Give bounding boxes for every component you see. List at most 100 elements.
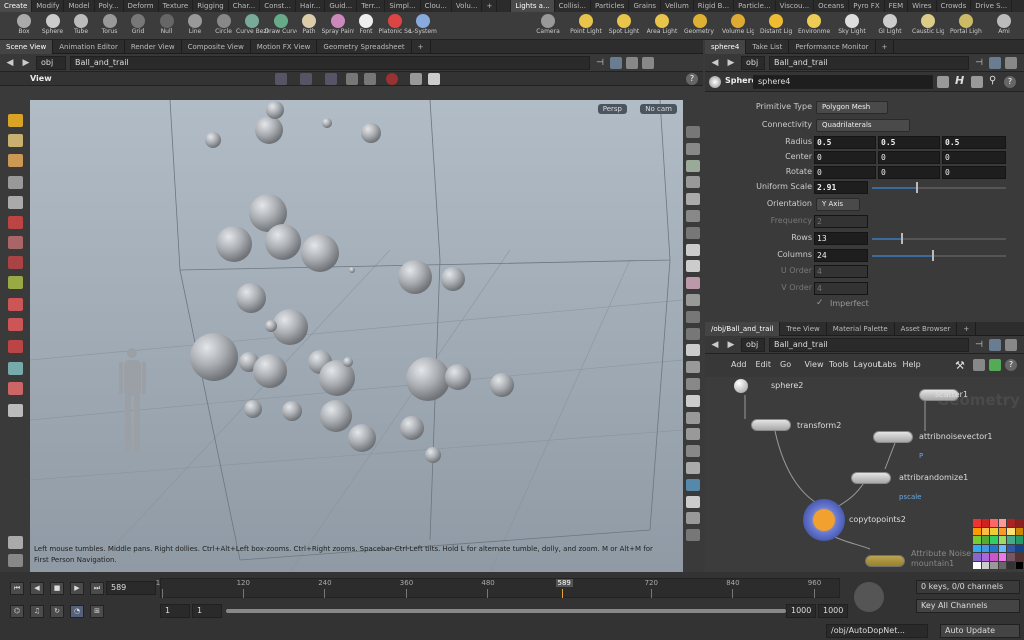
shelf-tab[interactable]: Deform [124, 0, 159, 12]
palette-swatch[interactable] [990, 561, 998, 569]
handle-tool-icon[interactable] [8, 216, 23, 229]
slider-knob[interactable] [901, 233, 904, 244]
forward-arrow-icon[interactable]: ▶ [20, 57, 32, 69]
comment-icon[interactable] [971, 76, 983, 88]
radius-x[interactable]: 0.5 [814, 136, 876, 149]
palette-swatch[interactable] [998, 561, 1006, 569]
loop-icon[interactable]: ↻ [50, 605, 64, 618]
viewport-display-tool-icon[interactable] [686, 226, 700, 239]
path-node[interactable]: Ball_and_trail [70, 55, 590, 70]
viewport-display-tool-icon[interactable] [686, 210, 700, 222]
pane-tab[interactable]: Scene View [0, 40, 54, 54]
pane-tab[interactable]: + [957, 322, 977, 336]
settings-gear-icon[interactable] [428, 73, 440, 85]
palette-swatch[interactable] [973, 536, 981, 544]
radius-y[interactable]: 0.5 [878, 136, 940, 149]
sphere-instance[interactable] [343, 357, 353, 367]
viewport-display-tool-icon[interactable] [686, 344, 700, 357]
shelf-tab[interactable]: Grains [629, 0, 662, 12]
shelf-tab[interactable]: Simpl... [385, 0, 421, 12]
viewport-display-tool-icon[interactable] [686, 310, 700, 323]
sphere-instance[interactable] [320, 400, 352, 432]
sphere2-node[interactable] [734, 379, 748, 393]
viewport-display-tool-icon[interactable] [686, 193, 700, 206]
shelf-tab[interactable]: Const... [260, 0, 296, 12]
maximize-icon[interactable] [642, 56, 654, 69]
palette-swatch[interactable] [1007, 527, 1015, 535]
viewport-display-tool-icon[interactable] [686, 159, 700, 172]
snap-grid-icon[interactable] [300, 73, 312, 85]
palette-swatch[interactable] [973, 527, 981, 535]
network-menu-add[interactable]: Add [731, 360, 747, 369]
primitive-type-menu[interactable]: Polygon Mesh [816, 101, 888, 114]
viewport-display-tool-icon[interactable] [686, 176, 700, 189]
sphere-instance[interactable] [266, 101, 284, 119]
light-tool[interactable]: Portal Light [950, 12, 982, 40]
light-tool[interactable]: Sky Light [836, 12, 868, 40]
connectivity-menu[interactable]: Quadrilaterals [816, 119, 910, 132]
key-all-channels-button[interactable]: Key All Channels [916, 599, 1020, 613]
timeline-scrubber[interactable]: 1 120 240 360 480 589 720 840 960 [156, 578, 840, 598]
sphere-instance[interactable] [236, 283, 266, 313]
display-icon[interactable] [364, 73, 376, 85]
slider-knob[interactable] [916, 182, 919, 193]
arrow-tool-icon[interactable] [8, 176, 23, 189]
viewport-display-tool-icon[interactable] [686, 142, 700, 155]
network-menu-go[interactable]: Go [780, 360, 791, 369]
palette-swatch[interactable] [981, 527, 989, 535]
magnet-icon[interactable] [8, 298, 23, 311]
palette-swatch[interactable] [981, 544, 989, 552]
light-tool[interactable]: Camera [532, 12, 564, 40]
viewport-display-tool-icon[interactable] [686, 445, 700, 458]
palette-swatch[interactable] [973, 553, 981, 561]
shelf-tab[interactable]: Hair... [296, 0, 326, 12]
light-tool[interactable]: GI Light [874, 12, 906, 40]
search-icon[interactable]: ⚲ [989, 75, 996, 86]
rotate-tool-icon[interactable] [8, 236, 23, 249]
pose-tool-icon[interactable] [8, 276, 23, 289]
shelf-tool[interactable]: Box [8, 12, 40, 40]
magnet-icon-3[interactable] [8, 340, 23, 353]
shelf-tab[interactable]: Poly... [95, 0, 124, 12]
paint-tool-icon[interactable] [8, 536, 23, 549]
palette-swatch[interactable] [973, 519, 981, 527]
pin-icon[interactable]: ⊣ [973, 339, 985, 351]
shelf-tool[interactable]: Sphere [37, 12, 69, 40]
shelf-tool[interactable]: Draw Curve [265, 12, 297, 40]
shelf-tab[interactable]: Model [64, 0, 95, 12]
palette-swatch[interactable] [1015, 561, 1023, 569]
viewport-display-tool-icon[interactable] [686, 478, 700, 491]
path-root[interactable]: obj [36, 55, 66, 70]
sphere-instance[interactable] [216, 226, 252, 262]
palette-swatch[interactable] [990, 536, 998, 544]
snap-tool-icon[interactable] [8, 362, 23, 375]
light-tool[interactable]: Distant Light [760, 12, 792, 40]
viewport-display-tool-icon[interactable] [686, 512, 700, 525]
sphere-instance[interactable] [361, 123, 381, 143]
imperfect-check-icon[interactable]: ✓ [816, 298, 824, 308]
forward-arrow-icon[interactable]: ▶ [725, 339, 737, 351]
shelf-tool[interactable]: L-System [407, 12, 439, 40]
sphere-instance[interactable] [190, 333, 238, 381]
layout-icon[interactable] [1005, 56, 1017, 69]
layout-icon[interactable] [626, 56, 638, 69]
snap-icon[interactable] [275, 73, 287, 85]
center-y[interactable]: 0 [878, 151, 940, 164]
snap-prim-icon[interactable] [325, 73, 337, 85]
pane-tab[interactable]: /obj/Ball_and_trail [705, 322, 781, 336]
center-x[interactable]: 0 [814, 151, 876, 164]
shelf-tool[interactable]: Font [350, 12, 382, 40]
record-icon[interactable] [386, 73, 398, 85]
viewport-display-tool-icon[interactable] [686, 394, 700, 407]
sphere-instance[interactable] [272, 309, 308, 345]
light-tool[interactable]: Ami [988, 12, 1020, 40]
palette-swatch[interactable] [1007, 544, 1015, 552]
sphere-instance[interactable] [400, 416, 424, 440]
pane-tab[interactable]: + [412, 40, 431, 54]
shelf-tab[interactable]: Lights a... [511, 0, 555, 12]
shelf-tool[interactable]: Curve Bezier [236, 12, 268, 40]
network-menu-edit[interactable]: Edit [756, 360, 772, 369]
pin-icon[interactable]: ⊣ [594, 57, 606, 69]
rotate-y[interactable]: 0 [878, 166, 940, 179]
fps-icon[interactable]: ⊞ [90, 605, 104, 618]
